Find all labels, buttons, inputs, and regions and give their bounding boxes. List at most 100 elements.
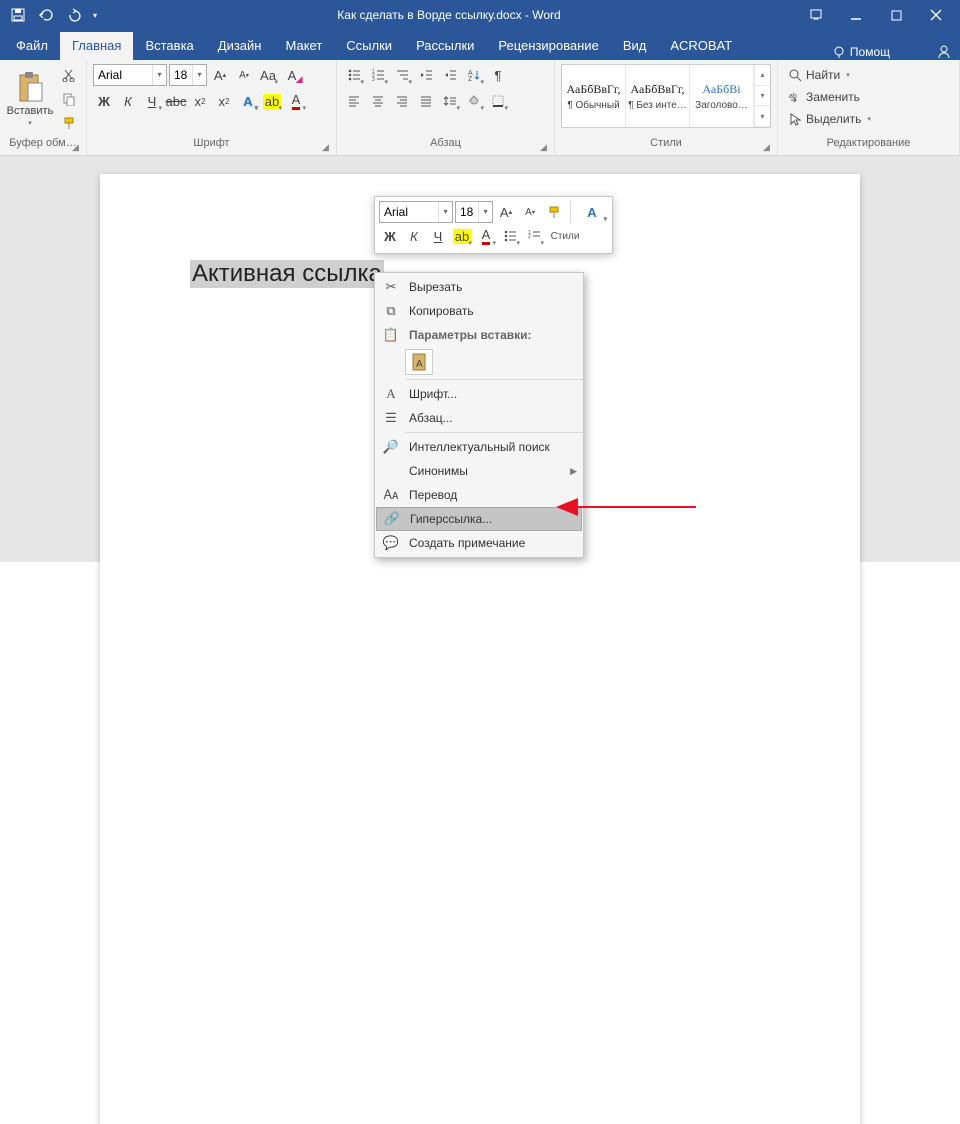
mini-format-painter-button[interactable] (543, 201, 565, 223)
mini-italic-button[interactable]: К (403, 225, 425, 247)
tab-layout[interactable]: Макет (273, 32, 334, 60)
styles-gallery-scroll[interactable]: ▴▾▾ (754, 65, 770, 127)
font-name-combo[interactable]: Arial▾ (93, 64, 167, 86)
save-button[interactable] (4, 1, 32, 29)
italic-button[interactable]: К (117, 90, 139, 112)
tab-home[interactable]: Главная (60, 32, 133, 60)
shading-button[interactable] (463, 90, 485, 112)
paste-button[interactable]: Вставить ▾ (6, 64, 54, 134)
find-button[interactable]: Найти▾ (784, 64, 854, 86)
ctx-copy[interactable]: ⧉Копировать (375, 299, 583, 323)
redo-button[interactable] (60, 1, 88, 29)
mini-highlight-button[interactable]: ab (451, 225, 473, 247)
ctx-paragraph[interactable]: ☰Абзац... (375, 406, 583, 430)
sort-button[interactable]: AZ (463, 64, 485, 86)
ctx-synonyms[interactable]: Синонимы▶ (375, 459, 583, 483)
mini-styles-button[interactable]: A (576, 201, 608, 223)
show-marks-button[interactable]: ¶ (487, 64, 509, 86)
tab-view[interactable]: Вид (611, 32, 659, 60)
mini-grow-font-button[interactable]: A▴ (495, 201, 517, 223)
tell-me-search[interactable]: Помощ (832, 45, 890, 59)
align-right-button[interactable] (391, 90, 413, 112)
mini-font-name-combo[interactable]: Arial▾ (379, 201, 453, 223)
mini-numbering-button[interactable]: 12 (523, 225, 545, 247)
search-icon: 🔎 (381, 439, 401, 455)
decrease-indent-button[interactable] (415, 64, 437, 86)
select-button[interactable]: Выделить▾ (784, 108, 875, 130)
chevron-down-icon[interactable]: ▾ (152, 65, 166, 85)
font-dialog-launcher[interactable]: ◢ (322, 142, 334, 154)
text-effects-button[interactable]: A (237, 90, 259, 112)
tab-acrobat[interactable]: ACROBAT (658, 32, 744, 60)
font-color-button[interactable]: A (285, 90, 307, 112)
close-button[interactable] (916, 0, 956, 30)
copy-button[interactable] (58, 88, 80, 110)
tab-insert[interactable]: Вставка (133, 32, 205, 60)
paste-keep-text-only[interactable]: A (405, 349, 433, 375)
shrink-font-button[interactable]: A▾ (233, 64, 255, 86)
style-no-spacing[interactable]: АаБбВвГг,¶ Без инте… (626, 65, 690, 127)
share-icon[interactable] (936, 44, 952, 60)
paragraph-dialog-launcher[interactable]: ◢ (540, 142, 552, 154)
justify-button[interactable] (415, 90, 437, 112)
svg-text:2: 2 (528, 234, 531, 240)
group-styles-label: Стили (561, 135, 771, 151)
multilevel-list-button[interactable] (391, 64, 413, 86)
numbering-button[interactable]: 123 (367, 64, 389, 86)
format-painter-button[interactable] (58, 112, 80, 134)
ctx-cut[interactable]: ✂Вырезать (375, 275, 583, 299)
align-center-button[interactable] (367, 90, 389, 112)
style-heading1[interactable]: АаБбВіЗаголово… (690, 65, 754, 127)
mini-bullets-button[interactable] (499, 225, 521, 247)
replace-button[interactable]: abЗаменить (784, 86, 864, 108)
ribbon-options-button[interactable] (796, 0, 836, 30)
group-font-label: Шрифт (93, 135, 330, 151)
clipboard-dialog-launcher[interactable]: ◢ (72, 142, 84, 154)
mini-styles-label: Стили (547, 231, 583, 242)
align-left-button[interactable] (343, 90, 365, 112)
clear-formatting-button[interactable]: A◢ (281, 64, 303, 86)
maximize-button[interactable] (876, 0, 916, 30)
subscript-button[interactable]: x2 (189, 90, 211, 112)
styles-dialog-launcher[interactable]: ◢ (763, 142, 775, 154)
strikethrough-button[interactable]: abc (165, 90, 187, 112)
minimize-button[interactable] (836, 0, 876, 30)
change-case-button[interactable]: Aa (257, 64, 279, 86)
ctx-translate[interactable]: 🗛Перевод (375, 483, 583, 507)
bold-button[interactable]: Ж (93, 90, 115, 112)
bullets-button[interactable] (343, 64, 365, 86)
mini-font-size-combo[interactable]: 18▾ (455, 201, 493, 223)
cut-button[interactable] (58, 64, 80, 86)
tab-mailings[interactable]: Рассылки (404, 32, 486, 60)
group-styles: АаБбВвГг,¶ Обычный АаБбВвГг,¶ Без инте… … (555, 60, 778, 155)
mini-shrink-font-button[interactable]: A▾ (519, 201, 541, 223)
line-spacing-button[interactable] (439, 90, 461, 112)
styles-gallery[interactable]: АаБбВвГг,¶ Обычный АаБбВвГг,¶ Без инте… … (561, 64, 771, 128)
ctx-smart-lookup[interactable]: 🔎Интеллектуальный поиск (375, 435, 583, 459)
qat-customize-button[interactable]: ▾ (88, 1, 102, 29)
ctx-new-comment[interactable]: 💬Создать примечание (375, 531, 583, 555)
tab-design[interactable]: Дизайн (206, 32, 274, 60)
underline-button[interactable]: Ч (141, 90, 163, 112)
borders-button[interactable] (487, 90, 509, 112)
grow-font-button[interactable]: A▴ (209, 64, 231, 86)
tab-review[interactable]: Рецензирование (486, 32, 610, 60)
undo-button[interactable] (32, 1, 60, 29)
chevron-down-icon[interactable]: ▾ (438, 202, 452, 222)
ctx-font[interactable]: AШрифт... (375, 382, 583, 406)
ctx-hyperlink[interactable]: 🔗Гиперссылка... (376, 507, 582, 531)
style-normal[interactable]: АаБбВвГг,¶ Обычный (562, 65, 626, 127)
mini-underline-button[interactable]: Ч (427, 225, 449, 247)
mini-font-color-button[interactable]: A (475, 225, 497, 247)
tab-references[interactable]: Ссылки (334, 32, 404, 60)
font-size-combo[interactable]: 18▾ (169, 64, 207, 86)
chevron-down-icon[interactable]: ▾ (478, 202, 492, 222)
increase-indent-button[interactable] (439, 64, 461, 86)
window-controls (796, 0, 956, 30)
tab-file[interactable]: Файл (4, 32, 60, 60)
highlight-button[interactable]: ab (261, 90, 283, 112)
selected-text[interactable]: Активная ссылка (190, 260, 384, 288)
superscript-button[interactable]: x2 (213, 90, 235, 112)
chevron-down-icon[interactable]: ▾ (192, 65, 206, 85)
mini-bold-button[interactable]: Ж (379, 225, 401, 247)
